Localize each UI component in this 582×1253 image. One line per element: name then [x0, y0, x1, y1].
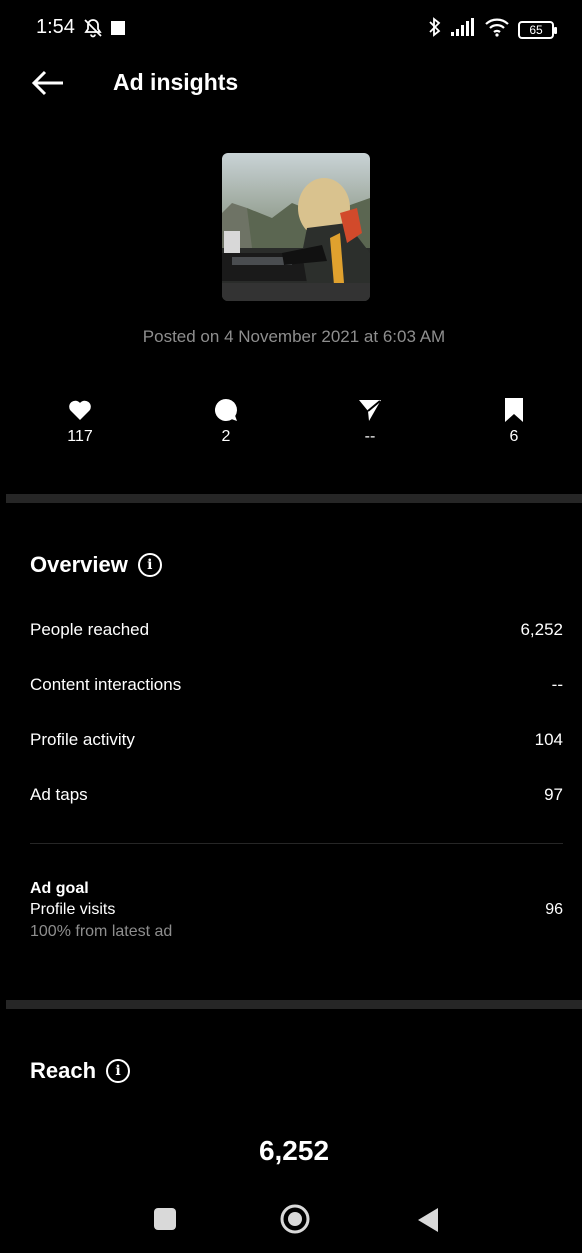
status-bar: 1:54 65 — [6, 14, 582, 44]
overview-section-title: Overview i — [30, 552, 162, 578]
likes-count: 117 — [67, 428, 93, 445]
bluetooth-icon — [428, 16, 442, 43]
reach-section-title: Reach i — [30, 1058, 131, 1084]
shares-stat: -- — [330, 396, 410, 446]
muted-bell-icon — [82, 17, 104, 44]
comments-count: 2 — [221, 428, 231, 445]
engagement-stats: 117 2 -- 6 — [6, 396, 582, 456]
overview-row-ad-taps: Ad taps 97 — [30, 785, 563, 805]
section-divider — [6, 494, 582, 503]
comments-stat: 2 — [186, 396, 266, 446]
app-header: Ad insights — [6, 62, 582, 106]
row-label: Profile activity — [30, 730, 135, 749]
system-navigation-bar — [6, 1193, 582, 1253]
recent-apps-button[interactable] — [153, 1207, 177, 1236]
post-thumbnail[interactable] — [222, 153, 370, 301]
bookmark-icon — [474, 396, 554, 424]
info-icon[interactable]: i — [106, 1059, 131, 1083]
posted-date: Posted on 4 November 2021 at 6:03 AM — [142, 327, 446, 346]
send-icon — [330, 396, 410, 424]
ad-goal-value: 96 — [545, 901, 563, 918]
page-title: Ad insights — [113, 69, 239, 95]
row-label: Ad taps — [30, 785, 88, 804]
saves-stat: 6 — [474, 396, 554, 446]
likes-stat: 117 — [40, 396, 120, 446]
row-label: Content interactions — [30, 675, 182, 694]
row-value: 97 — [544, 785, 563, 804]
info-icon[interactable]: i — [137, 553, 162, 577]
overview-divider — [30, 843, 563, 844]
status-time: 1:54 — [36, 16, 75, 38]
row-label: People reached — [30, 620, 150, 639]
wifi-icon — [484, 17, 510, 42]
saves-count: 6 — [509, 428, 519, 445]
overview-row-people-reached: People reached 6,252 — [30, 620, 563, 640]
ad-goal-note: 100% from latest ad — [30, 923, 173, 940]
row-value: -- — [551, 675, 563, 694]
back-arrow-icon[interactable] — [30, 68, 66, 98]
overview-row-content-interactions: Content interactions -- — [30, 675, 563, 695]
row-value: 6,252 — [520, 620, 563, 639]
ad-goal: Ad goal Profile visits 96 100% from late… — [30, 880, 563, 941]
reach-value: 6,252 — [258, 1135, 330, 1166]
reach-title: Reach — [30, 1058, 97, 1083]
comment-bubble-icon — [186, 396, 266, 424]
shares-count: -- — [364, 428, 376, 445]
overview-title: Overview — [30, 552, 128, 577]
square-notification-icon — [110, 20, 126, 41]
section-divider — [6, 1000, 582, 1009]
back-button[interactable] — [416, 1207, 440, 1238]
home-button[interactable] — [280, 1204, 310, 1239]
heart-icon — [40, 396, 120, 424]
overview-row-profile-activity: Profile activity 104 — [30, 730, 563, 750]
screen: 1:54 65 Ad insights Posted on 4 November… — [6, 0, 582, 1253]
ad-goal-label: Profile visits — [30, 901, 116, 918]
row-value: 104 — [534, 730, 563, 749]
battery-icon: 65 — [518, 20, 557, 39]
cellular-signal-icon — [450, 17, 476, 42]
ad-goal-title: Ad goal — [30, 880, 89, 897]
